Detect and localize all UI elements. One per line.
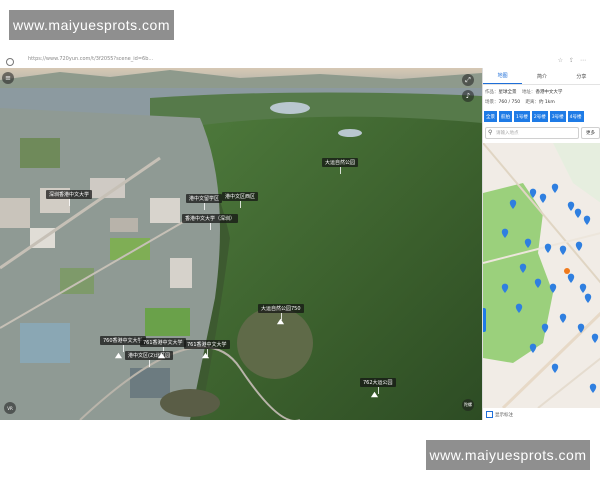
watermark-bottom-text: www.maiyuesprots.com (429, 447, 587, 463)
current-location-marker[interactable] (564, 268, 570, 274)
share-icon[interactable]: ⇪ (569, 57, 580, 64)
meta-value: 香港中文大学 (535, 90, 563, 95)
scene-chip[interactable]: 全景 (484, 111, 497, 122)
map-footer: 显示标注 (483, 409, 600, 420)
browser-menu-icon[interactable] (6, 58, 14, 66)
side-panel: 地图 简介 分享 作品：星球全景 地址：香港中文大学 场景：760 / 750 … (482, 68, 600, 420)
more-icon[interactable]: ⋯ (580, 57, 592, 64)
tab-share[interactable]: 分享 (562, 68, 600, 84)
meta-value: 760 / 750 (498, 100, 521, 105)
meta-value: 约 1km (539, 100, 555, 105)
scene-chip[interactable]: 2号楼 (531, 111, 548, 122)
map-collapse-handle[interactable] (483, 308, 486, 332)
vr-label: VR (7, 405, 13, 411)
watermark-top-text: www.maiyuesprots.com (12, 17, 171, 33)
hotspot-marker-icon[interactable] (276, 317, 285, 326)
filter-select[interactable]: 更多 (581, 127, 600, 139)
scene-chip[interactable]: 航拍 (499, 111, 512, 122)
tab-intro[interactable]: 简介 (522, 68, 561, 84)
aerial-panorama-image[interactable] (0, 68, 482, 420)
hotspot-label[interactable]: 761香港中文大学 (140, 338, 186, 354)
scene-chip-row: 全景 航拍 1号楼 2号楼 3号楼 4号楼 (483, 111, 600, 124)
music-icon[interactable]: ♪ (462, 90, 474, 102)
meta-value: 星球全景 (498, 90, 517, 95)
scene-chip[interactable]: 3号楼 (549, 111, 566, 122)
hotspot-label[interactable]: 大运自然公园 (322, 158, 359, 174)
hotspot-label[interactable]: 港中文留学区 (186, 194, 223, 210)
search-input[interactable] (496, 129, 574, 136)
meta-label: 场景： (485, 100, 499, 105)
meta-row-2: 场景：760 / 750 距离：约 1km (485, 99, 555, 105)
gyro-label: 陀螺 (464, 402, 472, 407)
menu-icon[interactable]: ≡ (2, 72, 14, 84)
browser-actions: ☆⇪⋯ (558, 57, 592, 64)
hotspot-label[interactable]: 深圳香港中文大学 (46, 190, 93, 206)
browser-address-bar: https://www.720yun.com/t/3f2055?scene_id… (0, 55, 600, 69)
meta-label: 地址： (521, 90, 536, 95)
side-panel-tabs: 地图 简介 分享 (483, 68, 600, 85)
hotspot-label[interactable]: 761香港中文大学 (184, 340, 230, 356)
panorama-viewer[interactable]: 深圳香港中文大学 香港中文大学（深圳） 港中文留学区 港中文区西区 大运自然公园… (0, 68, 482, 420)
hotspot-label[interactable]: 760香港中文大学 (100, 336, 146, 352)
show-labels-label: 显示标注 (495, 412, 513, 418)
hotspot-marker-icon[interactable] (201, 351, 210, 360)
hotspot-label[interactable]: 大运自然公园750 (258, 304, 304, 320)
hotspot-label[interactable]: 港中文区西区 (222, 192, 259, 208)
watermark-bottom: www.maiyuesprots.com (426, 440, 590, 470)
gyroscope-button[interactable]: 陀螺 (462, 399, 474, 411)
tab-map[interactable]: 地图 (483, 68, 523, 84)
show-labels-checkbox[interactable] (486, 411, 493, 418)
hotspot-label[interactable]: 762大运公园 (360, 378, 396, 394)
hotspot-label[interactable]: 香港中文大学（深圳） (182, 214, 239, 230)
location-search[interactable]: ⚲ (485, 127, 579, 139)
watermark-top: www.maiyuesprots.com (9, 10, 174, 40)
meta-row-1: 作品：星球全景 地址：香港中文大学 (485, 89, 562, 95)
vr-button[interactable]: VR (4, 402, 16, 414)
search-icon: ⚲ (488, 129, 493, 136)
hotspot-marker-icon[interactable] (157, 351, 166, 360)
fullscreen-icon[interactable]: ⤢ (462, 74, 474, 86)
star-icon[interactable]: ☆ (558, 57, 569, 64)
map-canvas[interactable] (483, 143, 600, 408)
hotspot-marker-icon[interactable] (114, 351, 123, 360)
browser-url[interactable]: https://www.720yun.com/t/3f2055?scene_id… (28, 56, 153, 62)
meta-label: 距离： (525, 100, 540, 105)
scene-chip[interactable]: 4号楼 (567, 111, 584, 122)
location-map[interactable] (483, 143, 600, 408)
meta-label: 作品： (485, 90, 499, 95)
hotspot-marker-icon[interactable] (370, 390, 379, 399)
scene-chip[interactable]: 1号楼 (514, 111, 530, 122)
